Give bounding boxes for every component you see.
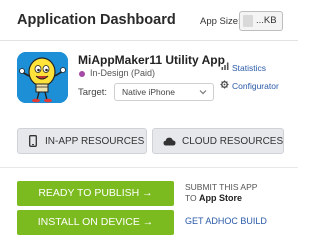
app-icon[interactable] [17,52,68,103]
chevron-down-icon [199,90,207,95]
dashboard-header: Application Dashboard App Size: ...KB [0,0,298,40]
gear-icon [220,80,229,89]
get-adhoc-build-link[interactable]: GET ADHOC BUILD [185,216,267,226]
lightbulb-mascot-icon [17,52,68,103]
app-size-value: ...KB [256,15,277,26]
application-dashboard: Application Dashboard App Size: ...KB Mi… [0,0,298,248]
submit-line-2: TO App Store [185,193,257,204]
app-size-bar-icon [243,15,253,27]
app-size-badge: ...KB [239,11,283,31]
app-store-link[interactable]: App Store [199,193,242,203]
in-app-resources-button[interactable]: IN-APP RESOURCES [17,128,147,154]
target-select[interactable]: Native iPhone [114,83,214,101]
cloud-resources-label: CLOUD RESOURCES [182,136,284,147]
app-status: In-Design (Paid) [90,68,156,78]
page-title: Application Dashboard [17,12,176,28]
target-select-value: Native iPhone [122,87,175,97]
header-divider [0,40,298,41]
target-label: Target: [78,87,108,98]
section-divider [0,167,298,168]
statistics-link[interactable]: Statistics [232,63,266,73]
submit-to-label: TO [185,193,197,203]
ready-to-publish-button[interactable]: READY TO PUBLISH → [17,181,174,206]
in-app-resources-label: IN-APP RESOURCES [45,136,145,147]
configurator-link[interactable]: Configurator [232,81,279,91]
submit-app-text: SUBMIT THIS APP TO App Store [185,182,257,204]
phone-icon [29,135,37,147]
cloud-resources-button[interactable]: CLOUD RESOURCES [152,128,284,154]
app-size-label: App Size: [200,16,241,27]
submit-line-1: SUBMIT THIS APP [185,182,258,192]
cloud-icon [163,137,176,146]
status-dot-icon [79,71,85,77]
app-name: MiAppMaker11 Utility App [78,53,225,67]
install-on-device-button[interactable]: INSTALL ON DEVICE → [17,210,174,235]
statistics-icon [221,62,229,70]
